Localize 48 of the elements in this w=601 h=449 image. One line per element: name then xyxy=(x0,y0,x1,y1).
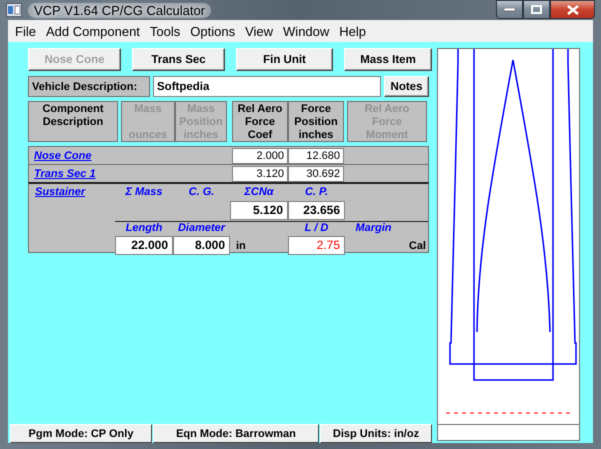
sustainer-link[interactable]: Sustainer xyxy=(29,186,115,201)
menu-item[interactable]: Help xyxy=(334,24,372,38)
value-cell: 23.656 xyxy=(288,201,345,220)
value-cell: 5.120 xyxy=(230,201,288,220)
toolbar-button[interactable]: Fin Unit xyxy=(236,48,333,71)
minimize-button[interactable] xyxy=(496,0,523,19)
value-cell: 3.120 xyxy=(232,166,288,182)
toolbar-button[interactable]: Mass Item xyxy=(344,48,432,71)
column-label: ΣCNα xyxy=(243,186,275,200)
column-label: Length xyxy=(124,222,164,234)
column-label: C. G. xyxy=(188,186,216,200)
notes-button[interactable]: Notes xyxy=(384,76,429,97)
component-link[interactable]: Trans Sec 1 xyxy=(29,168,232,180)
column-label: Margin xyxy=(354,222,393,234)
column-label: Σ Mass xyxy=(124,186,164,200)
field-label: Vehicle Description: xyxy=(28,76,150,97)
close-button[interactable] xyxy=(550,0,595,19)
column-header: Component Description xyxy=(28,101,118,142)
status-panel[interactable]: Eqn Mode: Barrowman xyxy=(153,424,319,443)
status-panel[interactable]: Disp Units: in/oz xyxy=(320,424,432,443)
unit-label: Cal xyxy=(408,240,427,252)
value-cell: 22.000 xyxy=(115,236,173,255)
value-cell: 2.75 xyxy=(288,236,345,255)
toolbar-button[interactable]: Trans Sec xyxy=(132,48,225,71)
maximize-button[interactable] xyxy=(523,0,550,19)
column-label: C. P. xyxy=(304,186,330,200)
menu-item[interactable]: Tools xyxy=(144,24,186,38)
close-icon xyxy=(566,4,578,14)
component-link[interactable]: Nose Cone xyxy=(29,150,232,162)
status-panel[interactable]: Pgm Mode: CP Only xyxy=(10,424,152,443)
menu-item[interactable]: View xyxy=(240,24,278,38)
menu-item[interactable]: Options xyxy=(185,24,240,38)
menu-item[interactable]: File xyxy=(10,24,41,38)
unit-label: in xyxy=(235,240,247,252)
vehicle-description-field[interactable]: Softpedia xyxy=(153,76,381,97)
column-header: Force Position inches xyxy=(288,101,344,142)
value-cell: 12.680 xyxy=(288,148,344,164)
column-header: Rel Aero Force Coef xyxy=(232,101,288,142)
minimize-icon xyxy=(504,8,515,12)
app-icon xyxy=(6,3,22,17)
menu-item[interactable]: Window xyxy=(278,24,334,38)
value-cell: 30.692 xyxy=(288,166,344,182)
value-cell: 2.000 xyxy=(232,148,288,164)
menu-item[interactable]: Add Component xyxy=(40,24,145,38)
value-cell: 8.000 xyxy=(173,236,230,255)
maximize-icon xyxy=(531,5,542,14)
column-label: L / D xyxy=(304,222,330,234)
column-label: Diameter xyxy=(176,222,226,234)
